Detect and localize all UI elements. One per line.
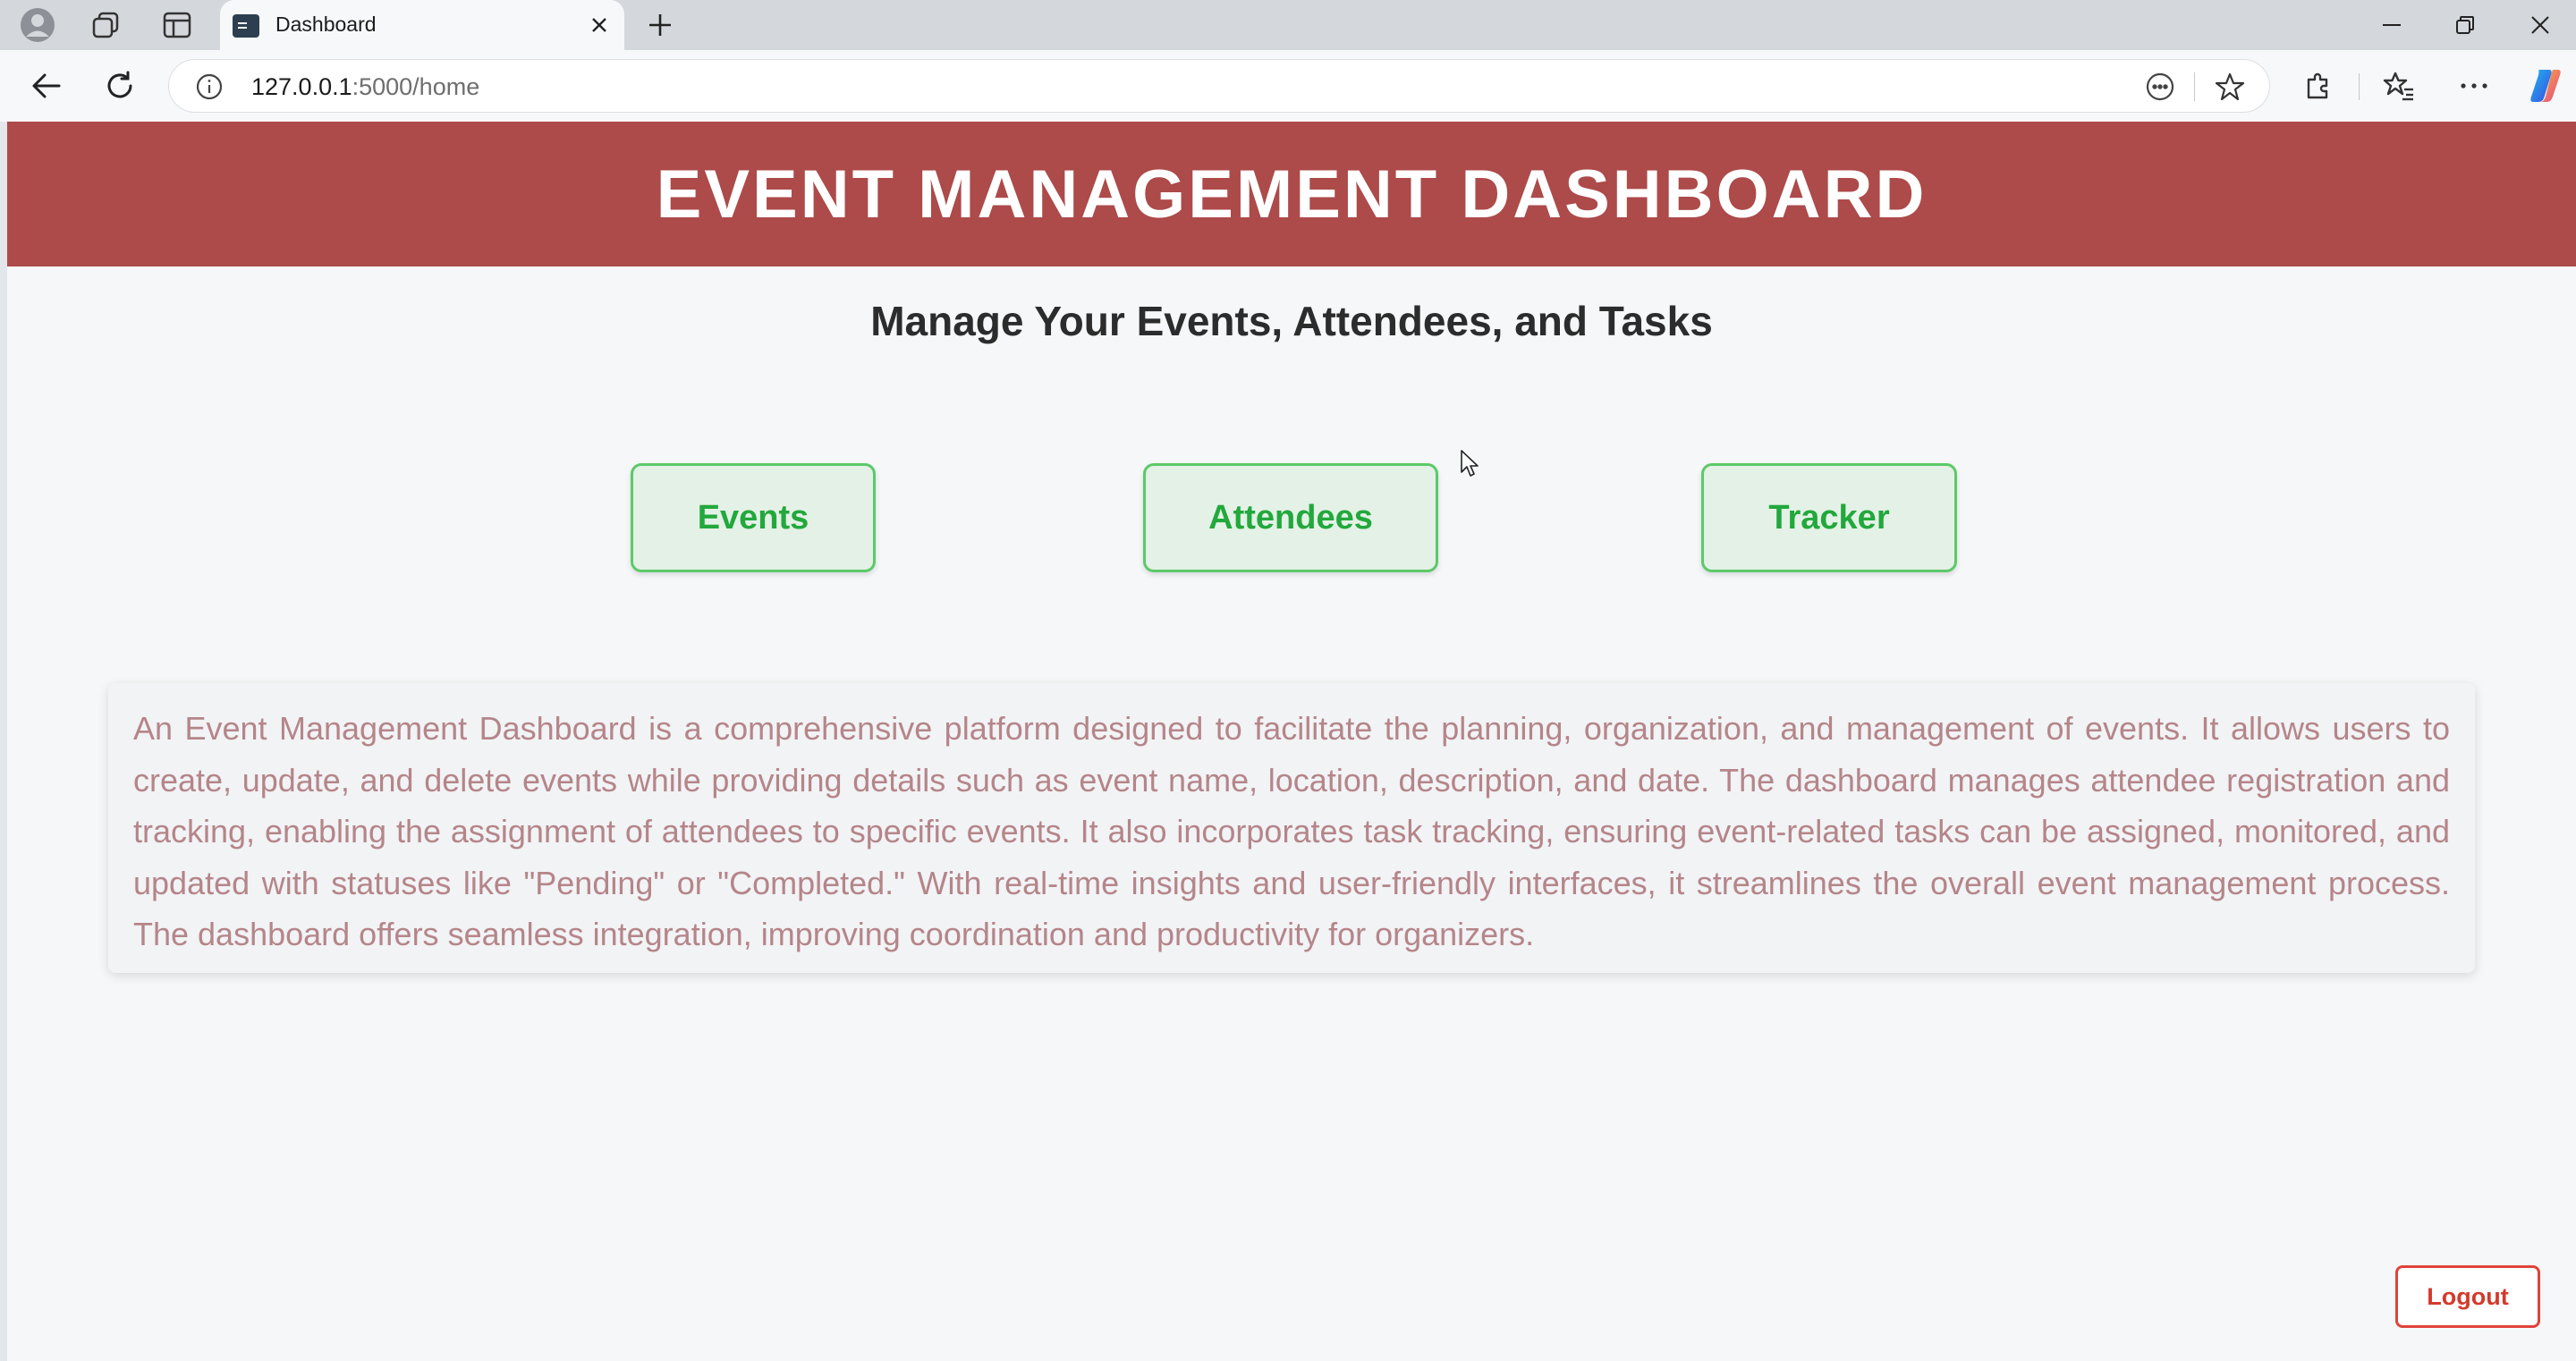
new-tab-icon[interactable] (639, 0, 682, 50)
description-text: An Event Management Dashboard is a compr… (133, 710, 2450, 953)
description-card: An Event Management Dashboard is a compr… (108, 683, 2475, 973)
page-content: EVENT MANAGEMENT DASHBOARD Manage Your E… (7, 122, 2576, 1361)
toolbar-divider (2359, 73, 2360, 100)
url-text[interactable]: 127.0.0.1:5000/home (251, 73, 479, 101)
url-host: 127.0.0.1 (251, 73, 352, 100)
more-options-icon[interactable] (2453, 64, 2496, 107)
page-title: EVENT MANAGEMENT DASHBOARD (656, 156, 1928, 232)
address-bar[interactable]: 127.0.0.1:5000/home (168, 59, 2270, 113)
vertical-tabs-icon[interactable] (156, 0, 199, 50)
events-button[interactable]: Events (631, 463, 876, 572)
page-header: EVENT MANAGEMENT DASHBOARD (7, 122, 2576, 266)
logout-button[interactable]: Logout (2395, 1265, 2540, 1328)
site-info-icon[interactable] (194, 72, 225, 102)
refresh-icon[interactable] (98, 64, 141, 107)
tracker-button[interactable]: Tracker (1701, 463, 1957, 572)
copilot-icon[interactable] (2524, 64, 2567, 107)
browser-tabstrip: Dashboard (0, 0, 2576, 52)
mouse-cursor-icon (1461, 450, 1479, 477)
browser-toolbar: 127.0.0.1:5000/home (0, 50, 2576, 122)
terminal-favicon-icon (233, 14, 259, 38)
extensions-icon[interactable] (2297, 64, 2340, 107)
url-path: :5000/home (352, 73, 480, 100)
attendees-button[interactable]: Attendees (1143, 463, 1438, 572)
close-tab-icon[interactable] (583, 9, 615, 41)
profile-icon[interactable] (16, 0, 59, 50)
close-window-icon[interactable] (2519, 0, 2562, 50)
workspaces-icon[interactable] (84, 0, 127, 50)
favorite-star-icon[interactable] (2212, 69, 2248, 105)
minimize-icon[interactable] (2370, 0, 2413, 50)
omnibox-divider (2194, 72, 2195, 101)
back-icon[interactable] (25, 64, 68, 107)
tab-title: Dashboard (275, 13, 377, 36)
restore-icon[interactable] (2444, 0, 2487, 50)
read-aloud-icon[interactable] (2142, 69, 2178, 105)
active-tab[interactable]: Dashboard (220, 0, 624, 52)
page-subtitle: Manage Your Events, Attendees, and Tasks (870, 298, 1713, 344)
favorites-icon[interactable] (2377, 64, 2420, 107)
